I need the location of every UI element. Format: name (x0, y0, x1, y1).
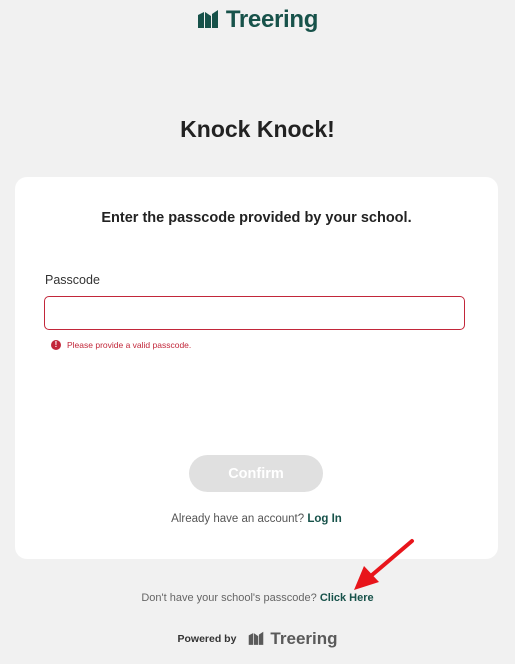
annotation-arrow (354, 539, 414, 590)
card-instruction: Enter the passcode provided by your scho… (101, 210, 412, 226)
passcode-label: Passcode (45, 273, 100, 287)
confirm-button[interactable]: Confirm (189, 455, 323, 492)
page-title: Knock Knock! (180, 116, 335, 142)
login-prompt: Already have an account? Log In (15, 513, 498, 525)
error-icon: ! (51, 340, 61, 350)
powered-by-label: Powered by (177, 633, 237, 645)
powered-by-brand: Treering (270, 629, 338, 648)
account-prompt-text: Already have an account? (171, 513, 305, 525)
passcode-input[interactable] (44, 296, 465, 330)
error-message: Please provide a valid passcode. (67, 340, 192, 350)
treering-logo-icon (249, 631, 264, 645)
help-prompt-text: Don't have your school's passcode? (141, 592, 317, 604)
powered-by-footer: Powered by Treering (0, 629, 515, 649)
login-link[interactable]: Log In (307, 513, 342, 525)
header-logo[interactable]: Treering (0, 6, 515, 34)
passcode-help: Don't have your school's passcode? Click… (0, 592, 515, 604)
passcode-card: Enter the passcode provided by your scho… (15, 177, 498, 559)
brand-name: Treering (225, 6, 319, 33)
click-here-link[interactable]: Click Here (320, 592, 374, 604)
treering-logo-icon (197, 10, 218, 28)
error-message-row: ! Please provide a valid passcode. (51, 340, 191, 350)
